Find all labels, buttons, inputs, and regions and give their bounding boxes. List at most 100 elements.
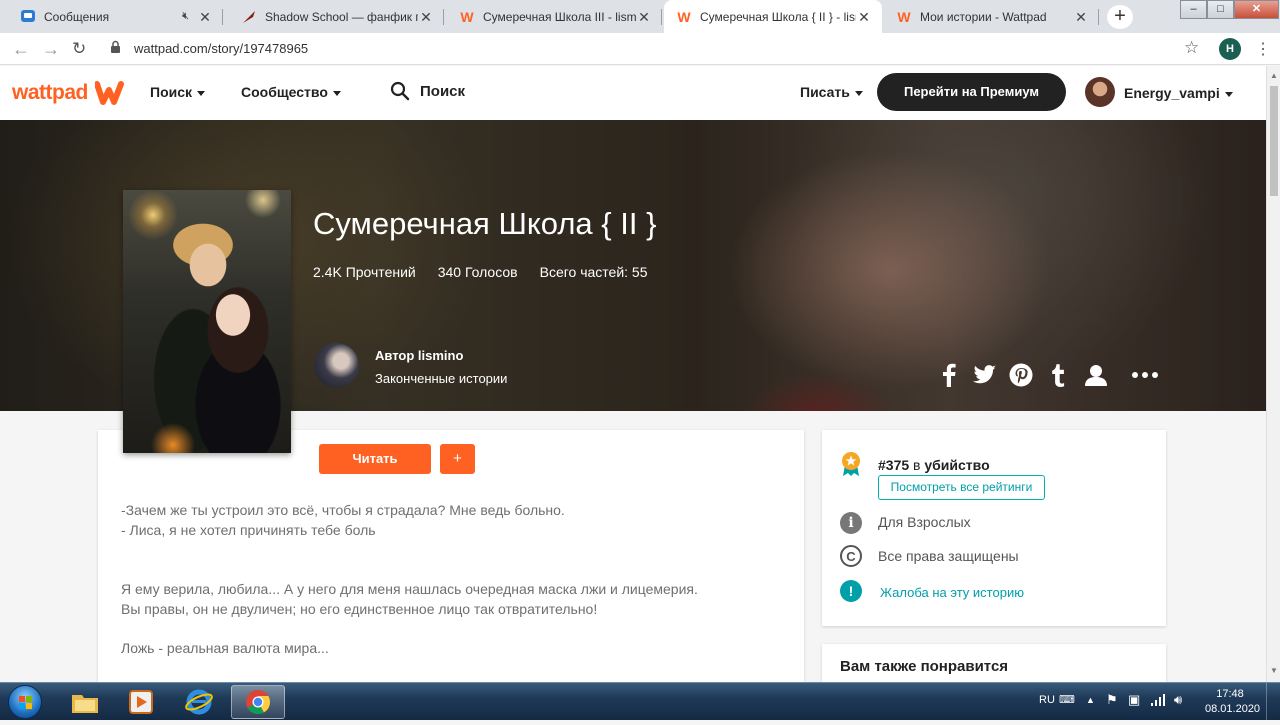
pinterest-icon[interactable] — [1008, 362, 1034, 388]
chrome-icon — [246, 690, 270, 715]
forward-arrow-icon[interactable]: → — [42, 39, 60, 60]
keyboard-icon[interactable]: ⌨ — [1059, 693, 1075, 706]
system-clock[interactable]: 17:48 08.01.2020 — [1205, 687, 1261, 717]
minimize-button[interactable]: – — [1180, 0, 1207, 19]
wattpad-icon: W — [677, 8, 691, 25]
report-alert-icon: ! — [840, 580, 862, 602]
signal-icon[interactable] — [1150, 693, 1166, 707]
scroll-up-icon[interactable]: ▲ — [1270, 71, 1278, 80]
description-line: Я ему верила, любила... А у него для мен… — [121, 581, 698, 597]
nav-community-dropdown[interactable]: Сообщество — [241, 84, 341, 100]
back-arrow-icon[interactable]: ← — [12, 39, 30, 60]
reads-count: 2.4K Прочтений — [313, 264, 416, 280]
recommendations-card: Вам также понравится — [822, 644, 1166, 684]
read-button[interactable]: Читать — [319, 444, 431, 474]
search-icon — [390, 81, 410, 101]
close-icon[interactable]: ✕ — [636, 9, 652, 25]
show-desktop-button[interactable] — [1266, 683, 1280, 721]
speaker-muted-icon[interactable]: 🔇︎ — [182, 10, 189, 23]
os-taskbar: RU ⌨ ▲ ⚑ ▣ 🔊︎ 17:48 08.01.2020 — [0, 682, 1280, 721]
author-avatar[interactable] — [314, 343, 359, 388]
quill-icon — [241, 9, 257, 25]
start-button[interactable] — [8, 685, 42, 719]
story-status: Законченные истории — [375, 371, 508, 386]
wattpad-logo[interactable]: wattpad — [12, 81, 88, 105]
volume-icon[interactable]: 🔊︎ — [1174, 692, 1182, 708]
window-controls: – □ ✕ — [1180, 0, 1279, 20]
tumblr-icon[interactable] — [1045, 362, 1071, 388]
tab-shadow-school[interactable]: Shadow School — фанфик по ф ✕ — [229, 0, 444, 33]
close-icon[interactable]: ✕ — [197, 9, 213, 25]
tray-expand-icon[interactable]: ▲ — [1086, 695, 1095, 705]
description-line: -Зачем же ты устроил это всё, чтобы я ст… — [121, 502, 565, 518]
close-icon[interactable]: ✕ — [418, 9, 434, 25]
author-name[interactable]: Автор lismino — [375, 348, 463, 363]
view-all-rankings-button[interactable]: Посмотреть все рейтинги — [878, 475, 1045, 500]
browser-menu-icon[interactable]: ⋮ — [1255, 39, 1271, 59]
folder-icon — [72, 695, 98, 713]
address-bar: ← → ↻ wattpad.com/story/197478965 ☆ H ⋮ — [0, 33, 1280, 65]
url-text[interactable]: wattpad.com/story/197478965 — [134, 41, 308, 56]
taskbar-internet-explorer[interactable] — [172, 685, 226, 719]
profile-share-icon[interactable] — [1083, 362, 1109, 388]
taskbar-media-player[interactable] — [114, 685, 168, 719]
tab-twilight-school-3[interactable]: W Сумеречная Школа III - lisminc ✕ — [447, 0, 662, 33]
more-options-icon[interactable] — [1132, 362, 1158, 388]
scrollbar-thumb[interactable] — [1270, 86, 1278, 196]
close-icon[interactable]: ✕ — [856, 9, 872, 25]
description-line: Вы правы, он не двуличен; но его единств… — [121, 601, 598, 617]
reload-icon[interactable]: ↻ — [72, 39, 86, 59]
caret-down-icon — [332, 90, 341, 96]
wattpad-w-icon[interactable] — [95, 78, 131, 106]
lock-icon — [111, 40, 120, 53]
ranking-medal-icon — [840, 452, 862, 476]
chat-icon — [20, 9, 36, 25]
rank-number: #375 — [878, 457, 910, 473]
action-center-flag-icon[interactable]: ⚑ — [1106, 692, 1118, 708]
clock-date: 08.01.2020 — [1205, 703, 1261, 715]
report-story-link[interactable]: Жалоба на эту историю — [880, 585, 1024, 600]
wattpad-icon: W — [897, 8, 911, 25]
tab-messages[interactable]: Сообщения 🔇︎ ✕ — [8, 0, 223, 33]
profile-avatar[interactable]: H — [1219, 38, 1241, 60]
taskbar-explorer[interactable] — [58, 685, 112, 719]
bookmark-star-icon[interactable]: ☆ — [1184, 38, 1199, 58]
windows-logo-icon — [19, 696, 32, 709]
facebook-icon[interactable] — [936, 362, 962, 388]
description-line: Ложь - реальная валюта мира... — [121, 640, 329, 656]
site-header: wattpad Поиск Сообщество Поиск Писать Пе… — [0, 66, 1266, 120]
wattpad-icon: W — [460, 8, 474, 25]
maximize-button[interactable]: □ — [1207, 0, 1234, 19]
nav-search-dropdown[interactable]: Поиск — [150, 84, 206, 100]
media-player-icon — [129, 690, 153, 714]
device-icon[interactable]: ▣ — [1128, 692, 1140, 708]
close-icon[interactable]: ✕ — [1073, 9, 1089, 25]
tab-twilight-school-2[interactable]: W Сумеречная Школа { II } - lismi ✕ — [664, 0, 882, 33]
story-title: Сумеречная Школа { II } — [313, 206, 657, 241]
search-field[interactable]: Поиск — [390, 81, 465, 101]
user-menu[interactable]: Energy_vampi — [1124, 85, 1233, 101]
twitter-icon[interactable] — [972, 362, 998, 388]
copyright-label: Все права защищены — [878, 548, 1019, 564]
story-cover-image[interactable] — [123, 190, 291, 453]
language-indicator[interactable]: RU — [1039, 694, 1055, 706]
recommendations-title: Вам также понравится — [840, 658, 1009, 675]
votes-count: 340 Голосов — [437, 264, 518, 280]
rank-tag[interactable]: убийство — [924, 457, 989, 473]
nav-write-dropdown[interactable]: Писать — [800, 84, 863, 100]
mature-rating: Для Взрослых — [878, 514, 971, 530]
new-tab-button[interactable]: + — [1107, 5, 1133, 29]
caret-down-icon — [1224, 91, 1233, 97]
page-scrollbar[interactable]: ▲ ▼ — [1266, 66, 1280, 682]
close-window-button[interactable]: ✕ — [1234, 0, 1279, 19]
user-avatar[interactable] — [1085, 77, 1115, 107]
taskbar-chrome[interactable] — [231, 685, 285, 719]
scroll-down-icon[interactable]: ▼ — [1270, 666, 1278, 675]
info-icon: i — [840, 512, 862, 534]
tab-my-stories[interactable]: W Мои истории - Wattpad ✕ — [884, 0, 1099, 33]
rank-label: в — [913, 457, 925, 473]
add-to-library-button[interactable]: + — [440, 444, 475, 474]
parts-count: Всего частей: 55 — [539, 264, 648, 280]
browser-tab-bar: Сообщения 🔇︎ ✕ Shadow School — фанфик по… — [0, 0, 1280, 33]
premium-button[interactable]: Перейти на Премиум — [877, 73, 1066, 111]
